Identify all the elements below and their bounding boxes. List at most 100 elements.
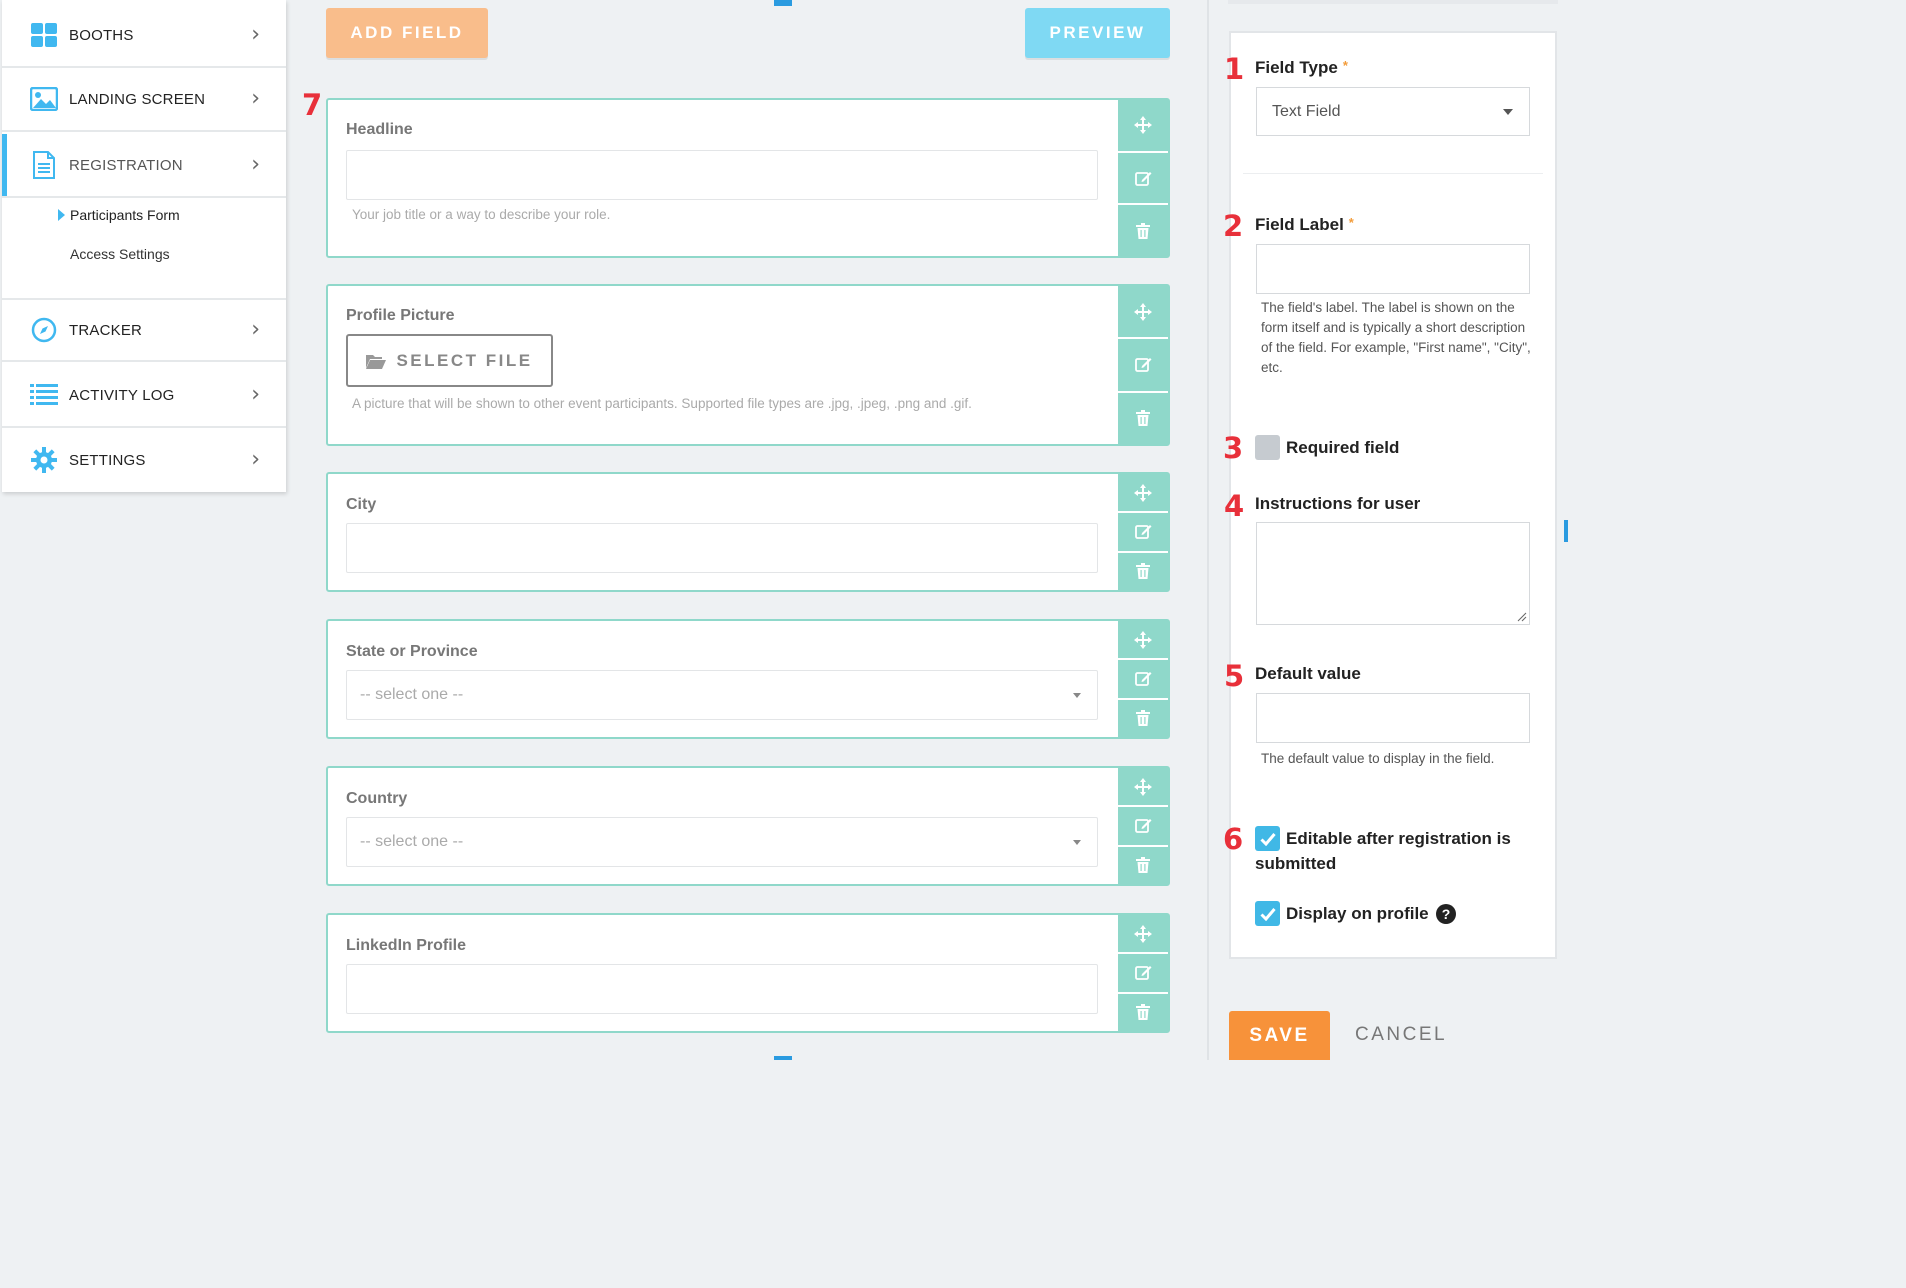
annotation-number: 6 bbox=[1223, 822, 1244, 856]
required-star: * bbox=[1348, 215, 1354, 230]
sidebar-nav: BOOTHS › LANDING SCREEN › REGISTRATION ›… bbox=[2, 0, 286, 492]
field-type-label: Field Type * bbox=[1255, 58, 1348, 77]
field-card-help: Your job title or a way to describe your… bbox=[352, 207, 611, 222]
chevron-right-icon: › bbox=[251, 317, 260, 342]
panel-top-border bbox=[1228, 0, 1558, 4]
trash-icon[interactable] bbox=[1118, 994, 1168, 1031]
edit-icon[interactable] bbox=[1118, 807, 1168, 847]
default-value-label: Default value bbox=[1255, 664, 1361, 683]
edit-icon[interactable] bbox=[1118, 513, 1168, 553]
drag-marker bbox=[774, 1056, 792, 1060]
sidebar-item-booths[interactable]: BOOTHS › bbox=[2, 4, 286, 68]
city-input[interactable] bbox=[346, 523, 1098, 573]
field-type-value: Text Field bbox=[1272, 103, 1341, 120]
annotation-number: 1 bbox=[1224, 52, 1245, 86]
select-placeholder: -- select one -- bbox=[360, 686, 464, 703]
scroll-marker bbox=[1564, 520, 1568, 542]
caret-down-icon bbox=[1073, 693, 1081, 698]
move-icon[interactable] bbox=[1118, 768, 1168, 808]
field-card-actions bbox=[1118, 768, 1168, 884]
field-label-label: Field Label * bbox=[1255, 215, 1354, 234]
annotation-number: 7 bbox=[302, 88, 323, 122]
field-card-state-province[interactable]: State or Province -- select one -- bbox=[326, 619, 1170, 739]
annotation-number: 2 bbox=[1223, 209, 1244, 243]
tracker-compass-icon bbox=[30, 316, 58, 344]
field-card-linkedin-profile[interactable]: LinkedIn Profile bbox=[326, 913, 1170, 1033]
select-file-button[interactable]: SELECT FILE bbox=[346, 334, 553, 387]
default-value-help: The default value to display in the fiel… bbox=[1261, 751, 1495, 766]
select-file-label: SELECT FILE bbox=[396, 350, 533, 370]
settings-gear-icon bbox=[30, 446, 58, 474]
booths-grid-icon bbox=[30, 21, 58, 49]
instructions-textarea[interactable] bbox=[1256, 522, 1530, 625]
field-card-actions bbox=[1118, 621, 1168, 737]
folder-open-icon bbox=[366, 354, 387, 369]
drag-marker bbox=[774, 0, 792, 6]
field-card-headline[interactable]: Headline Your job title or a way to desc… bbox=[326, 98, 1170, 258]
linkedin-profile-input[interactable] bbox=[346, 964, 1098, 1014]
trash-icon[interactable] bbox=[1118, 700, 1168, 737]
sidebar-item-settings[interactable]: SETTINGS › bbox=[2, 428, 286, 492]
default-value-input[interactable] bbox=[1256, 693, 1530, 743]
sidebar-item-label: ACTIVITY LOG bbox=[69, 386, 175, 404]
field-card-country[interactable]: Country -- select one -- bbox=[326, 766, 1170, 886]
select-placeholder: -- select one -- bbox=[360, 833, 464, 850]
display-on-profile-checkbox[interactable] bbox=[1255, 901, 1280, 926]
headline-input[interactable] bbox=[346, 150, 1098, 200]
move-icon[interactable] bbox=[1118, 286, 1168, 340]
field-card-label: LinkedIn Profile bbox=[346, 937, 467, 954]
sidebar-item-landing-screen[interactable]: LANDING SCREEN › bbox=[2, 68, 286, 132]
required-field-label: Required field bbox=[1286, 438, 1400, 457]
field-label-input[interactable] bbox=[1256, 244, 1530, 294]
trash-icon[interactable] bbox=[1118, 393, 1168, 444]
edit-icon[interactable] bbox=[1118, 954, 1168, 994]
state-province-select[interactable]: -- select one -- bbox=[346, 670, 1098, 720]
chevron-right-icon: › bbox=[251, 152, 260, 177]
move-icon[interactable] bbox=[1118, 915, 1168, 955]
add-field-button[interactable]: ADD FIELD bbox=[326, 8, 488, 58]
resize-grip-icon[interactable] bbox=[1517, 612, 1527, 622]
trash-icon[interactable] bbox=[1118, 553, 1168, 590]
field-card-actions bbox=[1118, 100, 1168, 256]
move-icon[interactable] bbox=[1118, 474, 1168, 514]
country-select[interactable]: -- select one -- bbox=[346, 817, 1098, 867]
field-card-city[interactable]: City bbox=[326, 472, 1170, 592]
chevron-right-icon: › bbox=[251, 447, 260, 472]
preview-button[interactable]: PREVIEW bbox=[1025, 8, 1170, 58]
caret-down-icon bbox=[1503, 109, 1513, 115]
edit-icon[interactable] bbox=[1118, 660, 1168, 700]
annotation-number: 3 bbox=[1223, 431, 1244, 465]
trash-icon[interactable] bbox=[1118, 205, 1168, 256]
trash-icon[interactable] bbox=[1118, 847, 1168, 884]
chevron-right-icon: › bbox=[251, 382, 260, 407]
sidebar-item-activity-log[interactable]: ACTIVITY LOG › bbox=[2, 364, 286, 428]
cancel-button[interactable]: CANCEL bbox=[1355, 1024, 1447, 1046]
sidebar-item-label: REGISTRATION bbox=[69, 156, 183, 174]
panel-separator bbox=[1207, 0, 1209, 1060]
field-card-actions bbox=[1118, 286, 1168, 444]
field-card-label: Country bbox=[346, 790, 408, 807]
sidebar-subitem-participants-form[interactable]: Participants Form bbox=[70, 207, 180, 223]
field-type-select[interactable]: Text Field bbox=[1256, 87, 1530, 136]
annotation-number: 5 bbox=[1224, 659, 1245, 693]
save-button[interactable]: SAVE bbox=[1229, 1011, 1330, 1060]
editable-after-registration-label: Editable after registration is submitted bbox=[1255, 829, 1511, 873]
edit-icon[interactable] bbox=[1118, 153, 1168, 206]
field-card-profile-picture[interactable]: Profile Picture SELECT FILE A picture th… bbox=[326, 284, 1170, 446]
sidebar-item-label: SETTINGS bbox=[69, 451, 146, 469]
landing-image-icon bbox=[30, 85, 58, 113]
move-icon[interactable] bbox=[1118, 100, 1168, 153]
sidebar-item-tracker[interactable]: TRACKER › bbox=[2, 298, 286, 362]
sidebar-item-label: TRACKER bbox=[69, 321, 143, 339]
display-on-profile-label: Display on profile bbox=[1286, 904, 1429, 923]
sidebar-subitem-access-settings[interactable]: Access Settings bbox=[70, 246, 170, 262]
caret-down-icon bbox=[1073, 840, 1081, 845]
help-circle-icon[interactable]: ? bbox=[1436, 904, 1456, 924]
move-icon[interactable] bbox=[1118, 621, 1168, 661]
sidebar-item-registration[interactable]: REGISTRATION › bbox=[2, 134, 286, 198]
required-field-checkbox[interactable] bbox=[1255, 435, 1280, 460]
activity-list-icon bbox=[30, 381, 58, 409]
field-card-label: State or Province bbox=[346, 643, 478, 660]
edit-icon[interactable] bbox=[1118, 339, 1168, 393]
field-card-label: Headline bbox=[346, 121, 413, 138]
